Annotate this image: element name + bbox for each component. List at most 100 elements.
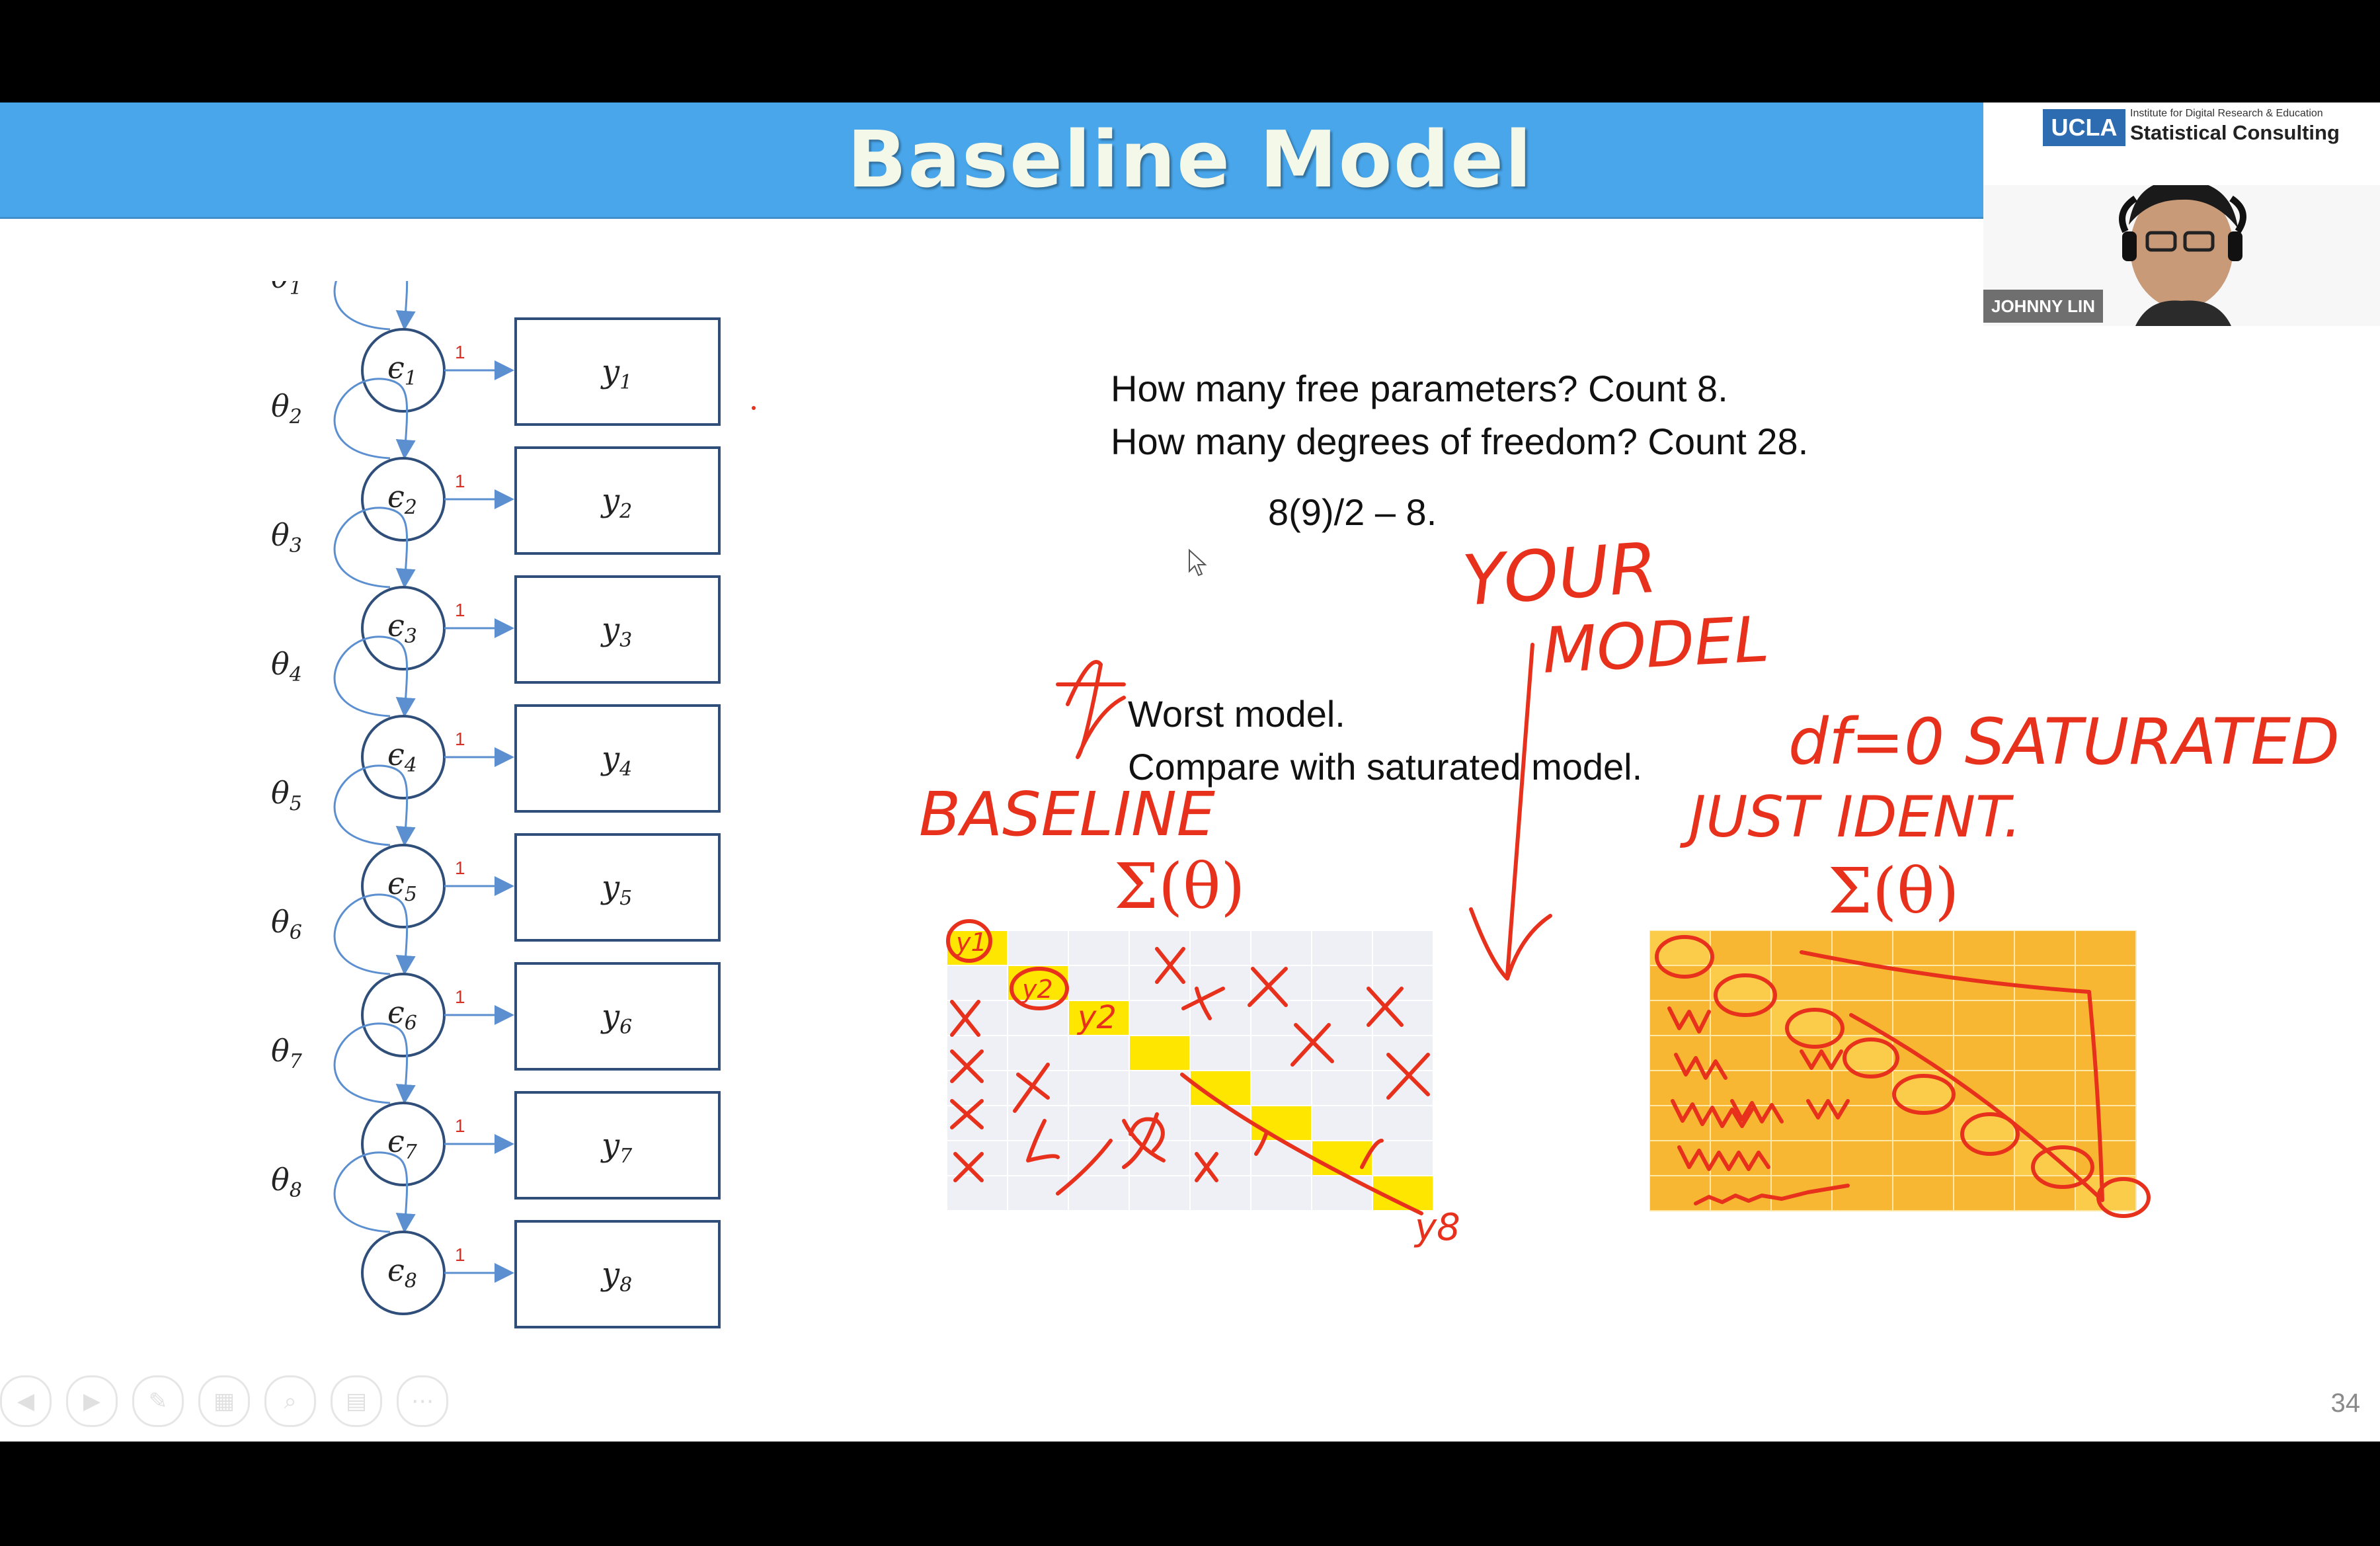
grid-cell <box>1189 965 1251 1001</box>
theta-label: θ6 <box>271 904 302 944</box>
grid-cell <box>2014 1000 2076 1036</box>
grid-cell <box>1189 1105 1251 1141</box>
grid-cell <box>1311 1070 1373 1106</box>
ink-model: MODEL <box>1540 603 1770 688</box>
grid-cell <box>947 1140 1008 1176</box>
grid-cell <box>1068 1035 1130 1071</box>
grid-cell <box>2075 1105 2137 1141</box>
grid-cell <box>947 1175 1008 1211</box>
grid-cell <box>1649 1175 1711 1211</box>
zoom-icon[interactable]: ⌕ <box>264 1375 316 1427</box>
grid-cell <box>1710 1000 1772 1036</box>
title-bar <box>0 102 1983 219</box>
grid-cell <box>947 1035 1008 1071</box>
grid-cell <box>2014 930 2076 966</box>
grid-diagonal-cell <box>2075 1175 2137 1211</box>
ink-sigma-baseline: Σ(θ) <box>1114 850 1246 923</box>
path-coefficient: 1 <box>455 471 465 491</box>
saturated-covariance-grid <box>1649 930 2137 1211</box>
grid-cell <box>947 1000 1008 1036</box>
grid-cell <box>1953 1070 2015 1106</box>
grid-cell <box>1831 1000 1893 1036</box>
grid-diagonal-cell <box>1831 1035 1893 1071</box>
grid-cell <box>1250 965 1312 1001</box>
grid-cell <box>1189 1175 1251 1211</box>
grid-cell <box>1710 1140 1772 1176</box>
grid-cell <box>1710 1035 1772 1071</box>
theta-label: θ3 <box>271 517 302 557</box>
grid-cell <box>1770 930 1833 966</box>
grid-diagonal-cell <box>1129 1035 1191 1071</box>
grid-cell <box>1831 1175 1893 1211</box>
grid-cell <box>2014 965 2076 1001</box>
grid-cell <box>2014 1175 2076 1211</box>
grid-cell <box>1129 1000 1191 1036</box>
grid-cell <box>1311 1000 1373 1036</box>
path-coefficient: 1 <box>455 858 465 878</box>
grid-cell <box>1372 930 1434 966</box>
grid-cell <box>1953 1035 2015 1071</box>
grid-cell <box>1649 1105 1711 1141</box>
grid-cell <box>1250 1070 1312 1106</box>
ink-your: YOUR <box>1460 528 1660 622</box>
grid-diagonal-cell <box>1311 1140 1373 1176</box>
grid-cell <box>1831 1105 1893 1141</box>
grid-diagonal-cell <box>1953 1105 2015 1141</box>
variance-loop-arrow <box>333 281 416 331</box>
grid-cell <box>1831 965 1893 1001</box>
slides-icon[interactable]: ▦ <box>198 1375 250 1427</box>
grid-cell <box>1372 1035 1434 1071</box>
theta-label: θ7 <box>271 1033 303 1073</box>
next-icon[interactable]: ▶ <box>66 1375 118 1427</box>
grid-cell <box>1068 1140 1130 1176</box>
grid-cell <box>1250 1140 1312 1176</box>
grid-cell <box>1831 1140 1893 1176</box>
grid-cell <box>1649 1070 1711 1106</box>
pen-icon[interactable]: ✎ <box>132 1375 184 1427</box>
grid-cell <box>1129 1070 1191 1106</box>
grid-cell <box>2075 1035 2137 1071</box>
subtitles-icon[interactable]: ▤ <box>331 1375 382 1427</box>
grid-cell <box>1831 1070 1893 1106</box>
grid-cell <box>1892 930 1954 966</box>
grid-cell <box>1007 1035 1069 1071</box>
grid-cell <box>1311 1105 1373 1141</box>
grid-cell <box>1189 1000 1251 1036</box>
grid-cell <box>2075 1140 2137 1176</box>
grid-cell <box>2075 965 2137 1001</box>
more-icon[interactable]: ⋯ <box>397 1375 448 1427</box>
baseline-covariance-grid <box>947 930 1434 1211</box>
grid-cell <box>1649 965 1711 1001</box>
grid-cell <box>1372 1000 1434 1036</box>
grid-cell <box>1892 965 1954 1001</box>
prev-icon[interactable]: ◀ <box>0 1375 52 1427</box>
path-coefficient: 1 <box>455 342 465 362</box>
grid-diagonal-cell <box>1892 1070 1954 1106</box>
grid-cell <box>1250 1035 1312 1071</box>
grid-cell <box>1007 930 1069 966</box>
slide-nav-toolbar: ◀ ▶ ✎ ▦ ⌕ ▤ ⋯ <box>0 1375 448 1427</box>
grid-cell <box>1649 1035 1711 1071</box>
ink-check <box>1056 660 1126 759</box>
grid-cell <box>1953 1000 2015 1036</box>
grid-cell <box>1770 1105 1833 1141</box>
grid-cell <box>1250 1175 1312 1211</box>
grid-cell <box>1770 1140 1833 1176</box>
grid-cell <box>1372 1105 1434 1141</box>
org-name: Statistical Consulting <box>2130 121 2340 144</box>
grid-cell <box>1892 1140 1954 1176</box>
grid-cell <box>1189 1035 1251 1071</box>
institute-line: Institute for Digital Research & Educati… <box>2130 108 2323 119</box>
grid-diagonal-cell <box>2014 1140 2076 1176</box>
ink-sigma-saturated: Σ(θ) <box>1828 855 1960 928</box>
mouse-cursor-icon <box>1189 549 1207 577</box>
path-coefficient: 1 <box>455 729 465 749</box>
webcam-panel: UCLA Institute for Digital Research & Ed… <box>1983 102 2380 326</box>
grid-cell <box>1068 965 1130 1001</box>
ink-baseline: BASELINE <box>919 779 1215 850</box>
grid-diagonal-cell <box>1007 965 1069 1001</box>
ucla-logo: UCLA <box>2043 109 2125 146</box>
question-degrees-of-freedom: How many degrees of freedom? Count 28. <box>1111 421 1809 462</box>
grid-cell <box>1831 930 1893 966</box>
grid-cell <box>1953 1175 2015 1211</box>
